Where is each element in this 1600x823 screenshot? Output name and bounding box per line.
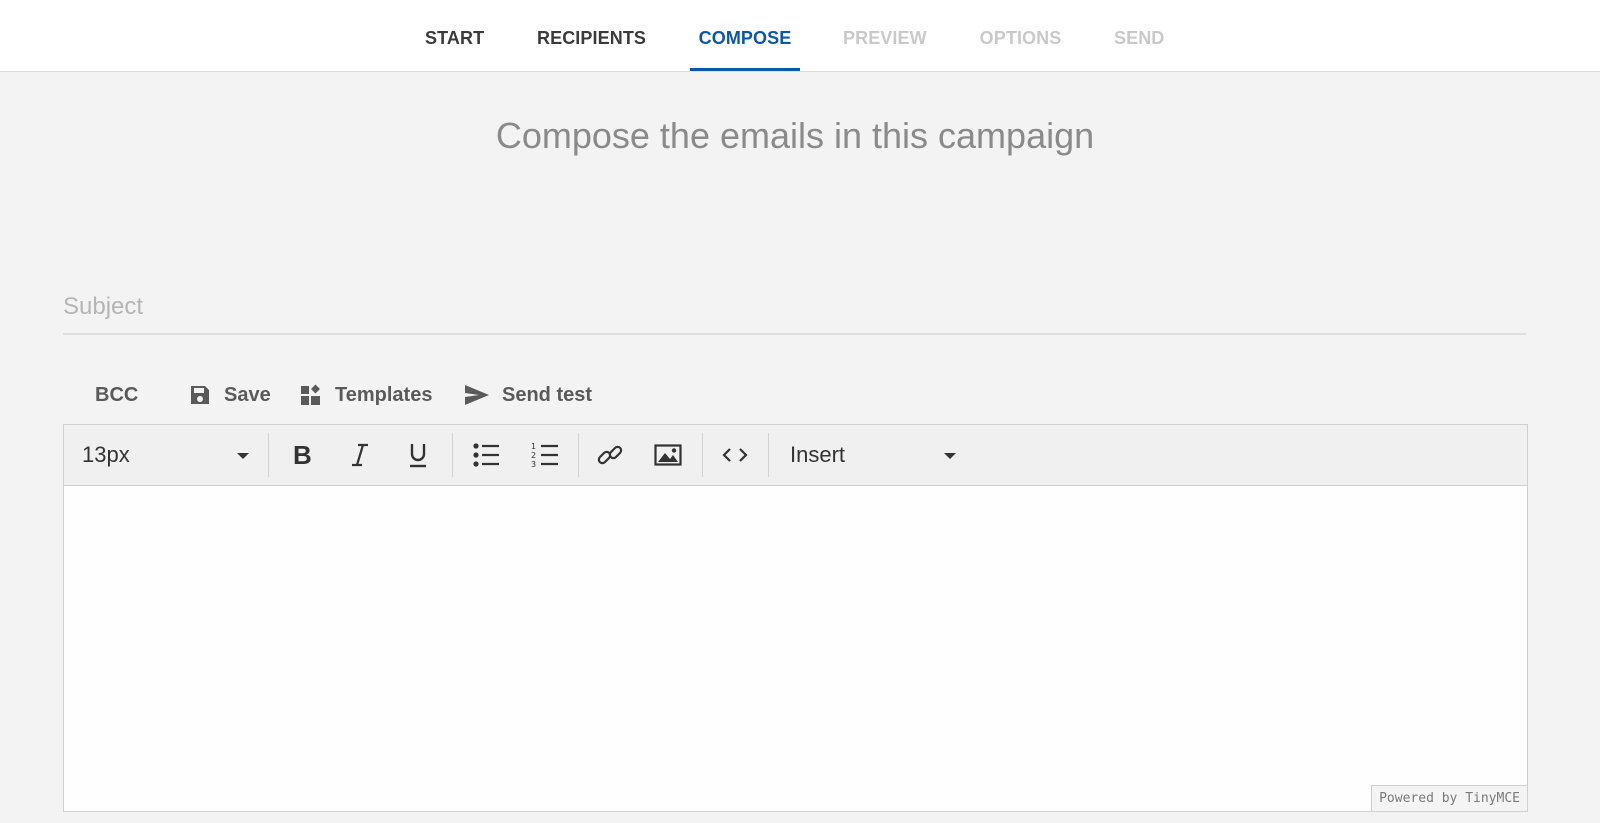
svg-text:3: 3 xyxy=(531,460,536,469)
bcc-label: BCC xyxy=(95,383,139,406)
send-test-button[interactable]: Send test xyxy=(464,377,592,413)
powered-by-tinymce[interactable]: Powered by TinyMCE xyxy=(1371,785,1527,811)
save-icon xyxy=(191,386,209,404)
tab-send: SEND xyxy=(1114,28,1165,48)
tab-compose[interactable]: COMPOSE xyxy=(690,0,800,71)
tab-start[interactable]: START xyxy=(425,0,484,71)
templates-label: Templates xyxy=(335,383,433,406)
editor-content-area[interactable] xyxy=(64,486,1527,811)
source-code-button[interactable] xyxy=(715,437,755,473)
tab-recipients[interactable]: RECIPIENTS xyxy=(537,0,646,71)
svg-text:2: 2 xyxy=(531,451,536,460)
bullet-list-button[interactable] xyxy=(466,437,506,473)
toolbar-divider xyxy=(452,433,453,477)
bold-icon: B xyxy=(293,442,312,468)
font-size-value: 13px xyxy=(82,442,130,467)
toolbar-divider xyxy=(268,433,269,477)
image-icon xyxy=(654,444,682,466)
toolbar-divider xyxy=(702,433,703,477)
numbered-list-button[interactable]: 1 2 3 xyxy=(525,437,565,473)
italic-button[interactable] xyxy=(340,437,380,473)
subject-input[interactable] xyxy=(63,285,1526,329)
italic-icon xyxy=(352,443,368,467)
svg-text:B: B xyxy=(293,442,312,468)
link-button[interactable] xyxy=(590,437,630,473)
templates-button[interactable]: Templates xyxy=(299,377,432,413)
bullet-list-icon xyxy=(473,443,499,467)
tab-options: OPTIONS xyxy=(979,28,1062,48)
bold-button[interactable]: B xyxy=(282,437,322,473)
insert-dropdown[interactable]: Insert xyxy=(790,437,970,473)
tab-preview: PREVIEW xyxy=(843,28,927,48)
source-code-icon xyxy=(722,448,748,462)
link-icon xyxy=(597,445,623,465)
templates-icon xyxy=(301,384,320,405)
tab-compose-label: COMPOSE xyxy=(698,28,792,48)
bcc-button[interactable]: BCC xyxy=(95,377,138,413)
toolbar-divider xyxy=(578,433,579,477)
image-button[interactable] xyxy=(648,437,688,473)
toolbar-divider xyxy=(768,433,769,477)
save-label: Save xyxy=(224,383,271,406)
insert-caret-icon xyxy=(944,453,956,459)
svg-text:1: 1 xyxy=(531,442,536,451)
numbered-list-icon: 1 2 3 xyxy=(531,442,558,469)
page-title: Compose the emails in this campaign xyxy=(495,115,1095,156)
rich-text-editor: 13px B 1 2 3 Insert Powered by TinyMCE xyxy=(63,424,1528,812)
subject-field-wrapper xyxy=(63,285,1526,335)
font-size-caret-icon xyxy=(237,453,249,459)
send-test-label: Send test xyxy=(502,383,593,406)
underline-button[interactable] xyxy=(398,437,438,473)
active-tab-indicator xyxy=(690,68,800,71)
underline-icon xyxy=(410,444,426,468)
wizard-nav: START RECIPIENTS COMPOSE PREVIEW OPTIONS… xyxy=(0,0,1600,72)
insert-label: Insert xyxy=(790,442,846,467)
editor-toolbar: 13px B 1 2 3 Insert xyxy=(64,425,1527,486)
send-icon xyxy=(465,385,489,405)
save-button[interactable]: Save xyxy=(188,377,271,413)
font-size-select[interactable]: 13px xyxy=(82,437,257,473)
